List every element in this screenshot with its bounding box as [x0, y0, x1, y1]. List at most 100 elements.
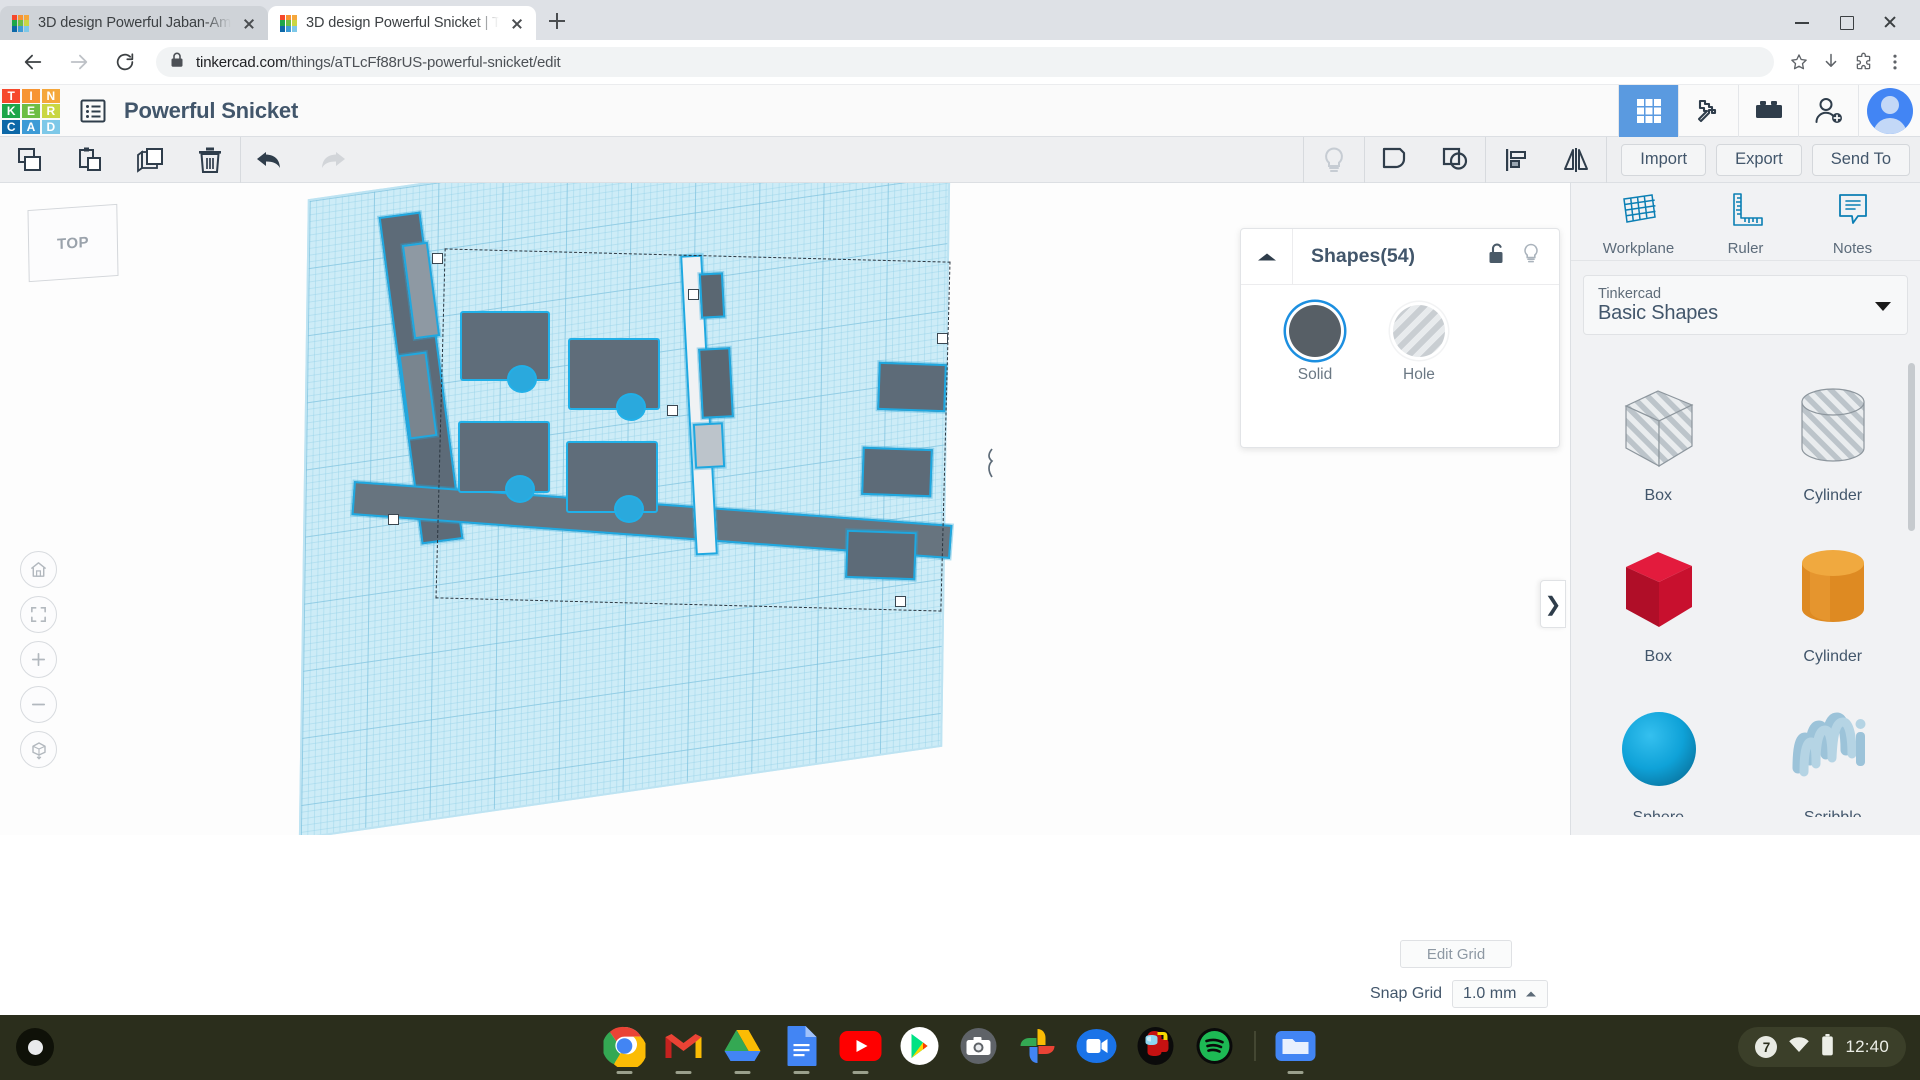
- browser-tab-1[interactable]: 3D design Powerful Snicket | Tink: [268, 6, 536, 40]
- wifi-icon[interactable]: [1788, 1036, 1810, 1058]
- cylinder-hole-icon: [1780, 371, 1885, 481]
- chevron-right-icon[interactable]: ❯: [1540, 580, 1566, 628]
- paste-button[interactable]: [60, 137, 120, 183]
- forward-icon[interactable]: [62, 45, 96, 79]
- sidebar-tool-workplane[interactable]: Workplane: [1590, 187, 1688, 257]
- battery-icon[interactable]: [1821, 1033, 1834, 1061]
- selection-handle[interactable]: [937, 333, 948, 344]
- library-source: Tinkercad: [1598, 285, 1662, 302]
- shelf-app-youtube[interactable]: [838, 1023, 884, 1074]
- minimize-button[interactable]: [1780, 8, 1824, 36]
- snap-grid-select[interactable]: 1.0 mm: [1452, 980, 1549, 1008]
- chevron-up-icon[interactable]: [1241, 228, 1293, 285]
- edit-grid-button[interactable]: Edit Grid: [1400, 940, 1512, 968]
- box-hole-icon: [1606, 371, 1711, 481]
- selection-handle[interactable]: [667, 405, 678, 416]
- close-icon[interactable]: [240, 14, 258, 32]
- solid-swatch[interactable]: [1289, 305, 1341, 357]
- lightbulb-icon[interactable]: [1521, 242, 1541, 271]
- avatar[interactable]: [1866, 87, 1913, 134]
- group-button[interactable]: [1365, 137, 1425, 183]
- fit-to-view-button[interactable]: [20, 596, 57, 633]
- address-bar[interactable]: tinkercad.com/things/aTLcFf88rUS-powerfu…: [156, 47, 1774, 77]
- bricks-button[interactable]: [1738, 84, 1798, 137]
- shape-item-scribble[interactable]: Scribble: [1746, 681, 1920, 817]
- back-icon[interactable]: [16, 45, 50, 79]
- clock[interactable]: 12:40: [1845, 1037, 1889, 1057]
- mirror-button[interactable]: [1546, 137, 1606, 183]
- shelf-app-gmail[interactable]: [661, 1023, 707, 1074]
- shelf-app-chrome[interactable]: [602, 1023, 648, 1074]
- reload-icon[interactable]: [108, 45, 142, 79]
- browser-tab-0[interactable]: 3D design Powerful Jaban-Amur: [0, 6, 268, 40]
- solid-option[interactable]: Solid: [1289, 305, 1341, 384]
- chrome-menu-icon[interactable]: [1880, 47, 1910, 77]
- shape-item-box-red[interactable]: Box: [1571, 520, 1746, 675]
- maximize-button[interactable]: [1824, 8, 1868, 36]
- zoom-in-button[interactable]: [20, 641, 57, 678]
- send-to-button[interactable]: Send To: [1811, 143, 1910, 176]
- shelf-app-play-store[interactable]: [897, 1023, 943, 1069]
- selection-handle[interactable]: [688, 289, 699, 300]
- sidebar-tool-ruler[interactable]: Ruler: [1697, 187, 1795, 257]
- project-list-icon[interactable]: [78, 96, 108, 126]
- hole-swatch[interactable]: [1393, 305, 1445, 357]
- shape-item-box-hole[interactable]: Box: [1571, 359, 1746, 514]
- redo-button[interactable]: [301, 137, 361, 183]
- view-cube-top-face[interactable]: TOP: [27, 203, 119, 283]
- undo-button[interactable]: [241, 137, 301, 183]
- delete-button[interactable]: [180, 137, 240, 183]
- shelf-app-docs[interactable]: [779, 1023, 825, 1074]
- align-button[interactable]: [1486, 137, 1546, 183]
- unlock-icon[interactable]: [1487, 242, 1507, 271]
- history-tools: [241, 137, 361, 183]
- avatar-container[interactable]: [1858, 84, 1920, 137]
- view-cube[interactable]: TOP: [27, 203, 119, 283]
- duplicate-button[interactable]: [120, 137, 180, 183]
- sidebar-tool-notes[interactable]: Notes: [1804, 187, 1902, 257]
- selection-handle[interactable]: [895, 596, 906, 607]
- shelf-app-spotify[interactable]: [1192, 1023, 1238, 1069]
- shapes-panel-title: Shapes(54): [1311, 245, 1416, 267]
- system-tray[interactable]: 7 12:40: [1738, 1027, 1906, 1067]
- shape-item-cylinder-orange[interactable]: Cylinder: [1746, 520, 1920, 675]
- ungroup-button[interactable]: [1425, 137, 1485, 183]
- home-view-button[interactable]: [20, 551, 57, 588]
- sidebar-scrollbar[interactable]: [1908, 363, 1915, 531]
- selection-handle[interactable]: [432, 253, 443, 264]
- shape-item-sphere-blue[interactable]: Sphere: [1571, 681, 1746, 817]
- launcher-button[interactable]: [16, 1028, 54, 1066]
- shape-library-select[interactable]: Tinkercad Basic Shapes: [1583, 275, 1908, 335]
- copy-button[interactable]: [0, 137, 60, 183]
- chevron-down-icon[interactable]: [1875, 302, 1891, 311]
- blocks-grid-button[interactable]: [1618, 84, 1678, 137]
- close-icon[interactable]: [508, 14, 526, 32]
- import-button[interactable]: Import: [1621, 143, 1707, 176]
- zoom-out-button[interactable]: [20, 686, 57, 723]
- notification-badge[interactable]: 7: [1755, 1036, 1778, 1058]
- hole-option[interactable]: Hole: [1393, 305, 1445, 384]
- ortho-perspective-button[interactable]: [20, 731, 57, 768]
- shelf-app-photos[interactable]: [1015, 1023, 1061, 1069]
- shelf-app-among-us[interactable]: [1133, 1023, 1179, 1069]
- bookmark-star-icon[interactable]: [1784, 47, 1814, 77]
- shelf-app-files[interactable]: [1273, 1023, 1319, 1074]
- tinkercad-logo-icon[interactable]: T I N K E R C A D: [2, 88, 60, 134]
- window-close-button[interactable]: [1868, 8, 1912, 36]
- show-hide-button[interactable]: [1304, 137, 1364, 183]
- rotation-handle[interactable]: [980, 448, 1002, 480]
- new-tab-button[interactable]: [540, 4, 574, 38]
- library-collection: Basic Shapes: [1598, 301, 1718, 324]
- selection-handle[interactable]: [388, 514, 399, 525]
- export-button[interactable]: Export: [1716, 143, 1802, 176]
- invite-people-button[interactable]: [1798, 84, 1858, 137]
- minecraft-button[interactable]: [1678, 84, 1738, 137]
- page-title[interactable]: Powerful Snicket: [124, 98, 298, 124]
- shape-library-grid[interactable]: Box Cylinder Box Cylinder: [1571, 349, 1920, 817]
- downloads-icon[interactable]: [1816, 47, 1846, 77]
- shelf-app-meet[interactable]: [1074, 1023, 1120, 1069]
- extensions-icon[interactable]: [1848, 47, 1878, 77]
- shelf-app-drive[interactable]: [720, 1023, 766, 1074]
- shelf-app-camera[interactable]: [956, 1023, 1002, 1069]
- shape-item-cylinder-hole[interactable]: Cylinder: [1746, 359, 1920, 514]
